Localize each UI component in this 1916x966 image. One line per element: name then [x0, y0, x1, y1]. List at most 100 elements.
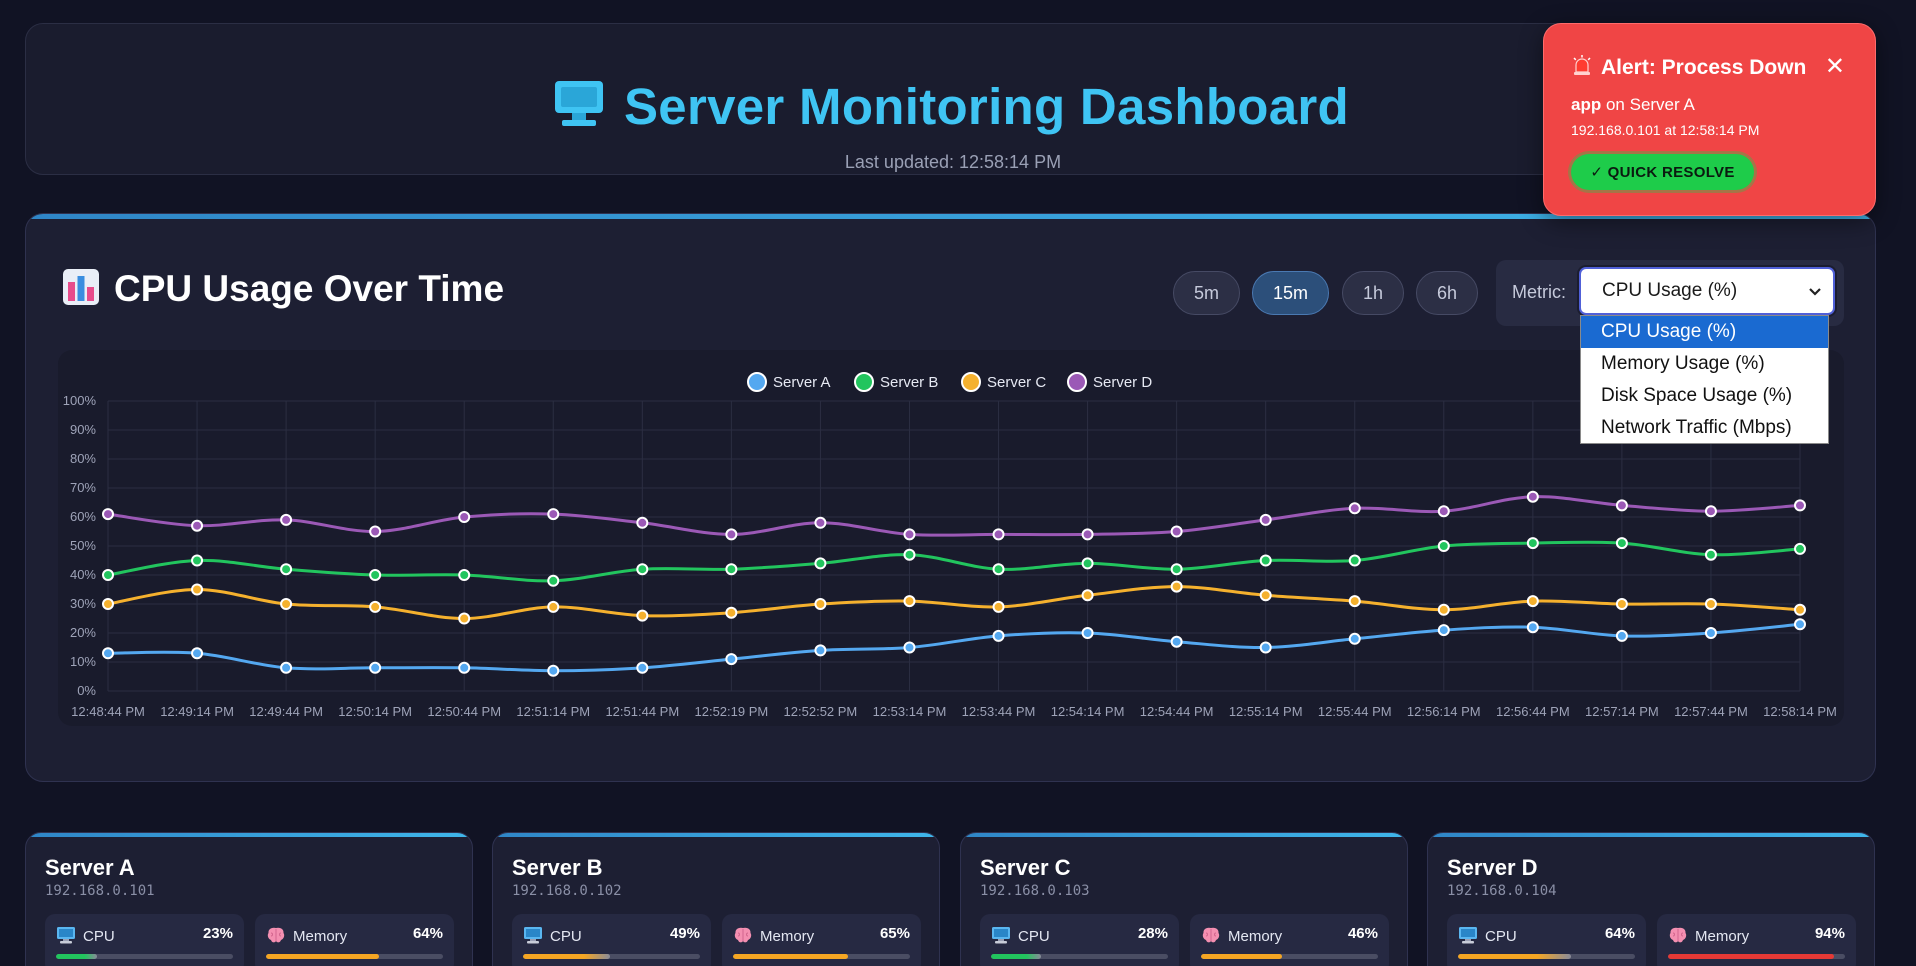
- cpu-progress-bar: [1458, 954, 1635, 959]
- server-b-point: [1437, 540, 1450, 552]
- legend-swatch: [961, 372, 981, 392]
- server-card[interactable]: Server A 192.168.0.101 CPU 23% Memory 64…: [25, 832, 473, 966]
- server-b-point: [903, 548, 916, 561]
- range-1h-button[interactable]: 1h: [1342, 271, 1404, 315]
- server-b-point: [102, 569, 114, 581]
- metric-select-value: CPU Usage (%): [1602, 280, 1738, 301]
- server-b-point: [1526, 537, 1539, 550]
- x-tick-label: 12:51:44 PM: [605, 704, 679, 719]
- x-tick-label: 12:48:44 PM: [71, 704, 145, 719]
- alert-process: app: [1571, 95, 1602, 114]
- memory-progress-bar: [1668, 954, 1845, 959]
- server-b-point: [547, 574, 560, 587]
- server-name: Server D: [1447, 855, 1538, 880]
- server-name: Server C: [980, 855, 1071, 880]
- cpu-metric-tile: CPU 49%: [512, 914, 711, 966]
- memory-label: Memory: [293, 928, 348, 945]
- range-5m-button[interactable]: 5m: [1173, 271, 1240, 315]
- server-b-point: [191, 554, 204, 567]
- server-card[interactable]: Server D 192.168.0.104 CPU 64% Memory 94…: [1427, 832, 1875, 966]
- range-6h-button[interactable]: 6h: [1416, 271, 1478, 315]
- last-updated-time: 12:58:14 PM: [959, 152, 1062, 172]
- card-accent-bar: [1428, 833, 1874, 837]
- chart-panel-header: CPU Usage Over Time: [62, 266, 504, 312]
- close-icon[interactable]: ✕: [1825, 52, 1845, 81]
- x-tick-label: 12:50:14 PM: [338, 704, 412, 719]
- server-b-point: [1704, 548, 1717, 561]
- brain-icon: [733, 925, 753, 945]
- cpu-label: CPU: [550, 928, 582, 945]
- y-tick-label: 40%: [70, 567, 96, 582]
- alert-title: Alert: Process Down: [1601, 56, 1807, 79]
- server-a-point: [102, 647, 114, 660]
- alert-title-row: Alert: Process Down: [1571, 54, 1806, 82]
- server-b-point: [1081, 557, 1094, 570]
- metric-option-disk[interactable]: Disk Space Usage (%): [1581, 380, 1828, 412]
- server-c-point: [102, 598, 114, 610]
- x-tick-label: 12:53:14 PM: [873, 704, 947, 719]
- server-d-point: [369, 525, 382, 538]
- server-a-point: [1170, 635, 1183, 648]
- legend-swatch: [747, 372, 767, 392]
- quick-resolve-button[interactable]: ✓ QUICK RESOLVE: [1571, 154, 1754, 190]
- server-c-point: [1615, 598, 1628, 610]
- server-d-point: [1615, 499, 1628, 512]
- page-title: Server Monitoring Dashboard: [623, 77, 1350, 135]
- x-tick-label: 12:58:14 PM: [1763, 704, 1837, 719]
- x-tick-label: 12:56:44 PM: [1496, 704, 1570, 719]
- server-a-point: [903, 641, 916, 654]
- cpu-progress-fill: [1458, 954, 1572, 959]
- server-ip: 192.168.0.102: [512, 883, 622, 899]
- y-tick-label: 20%: [70, 625, 96, 640]
- server-b-point: [458, 569, 471, 581]
- server-a-point: [725, 653, 738, 666]
- metric-option-network[interactable]: Network Traffic (Mbps): [1581, 412, 1828, 444]
- metric-label: Metric:: [1512, 282, 1566, 302]
- server-a-point: [1526, 621, 1539, 634]
- brain-icon: [1668, 925, 1688, 945]
- server-b-point: [1794, 542, 1806, 555]
- y-tick-label: 0%: [77, 683, 96, 698]
- x-tick-label: 12:55:44 PM: [1318, 704, 1392, 719]
- memory-label: Memory: [760, 928, 815, 945]
- x-tick-label: 12:57:14 PM: [1585, 704, 1659, 719]
- metric-option-cpu[interactable]: CPU Usage (%): [1581, 316, 1828, 348]
- metric-select[interactable]: CPU Usage (%): [1579, 267, 1835, 315]
- server-d-point: [992, 528, 1005, 541]
- server-a-point: [280, 661, 293, 674]
- memory-value: 64%: [412, 925, 443, 942]
- server-a-point: [1794, 618, 1806, 631]
- server-b-point: [725, 563, 738, 576]
- server-c-point: [1170, 580, 1183, 593]
- server-d-point: [1704, 505, 1717, 518]
- siren-icon: [1571, 54, 1593, 82]
- server-d-point: [1259, 513, 1272, 526]
- y-tick-label: 10%: [70, 654, 96, 669]
- server-card[interactable]: Server C 192.168.0.103 CPU 28% Memory 46…: [960, 832, 1408, 966]
- server-a-point: [1259, 641, 1272, 654]
- y-tick-label: 70%: [70, 480, 96, 495]
- bar-chart-icon: [62, 268, 100, 311]
- server-a-point: [547, 664, 560, 677]
- memory-value: 46%: [1347, 925, 1378, 942]
- x-tick-label: 12:53:44 PM: [962, 704, 1036, 719]
- server-c-point: [280, 598, 293, 610]
- server-b-point: [814, 557, 827, 570]
- computer-icon: [1458, 925, 1478, 945]
- server-a-line: [107, 622, 1801, 673]
- server-card[interactable]: Server B 192.168.0.102 CPU 49% Memory 65…: [492, 832, 940, 966]
- card-accent-bar: [493, 833, 939, 837]
- server-c-line: [107, 585, 1801, 621]
- x-tick-label: 12:54:14 PM: [1051, 704, 1125, 719]
- server-name: Server B: [512, 855, 603, 880]
- x-tick-label: 12:54:44 PM: [1140, 704, 1214, 719]
- range-15m-button[interactable]: 15m: [1252, 271, 1329, 315]
- cpu-metric-tile: CPU 28%: [980, 914, 1179, 966]
- server-b-point: [636, 563, 649, 576]
- server-c-point: [1437, 603, 1450, 616]
- x-tick-label: 12:49:14 PM: [160, 704, 234, 719]
- cpu-value: 64%: [1604, 925, 1635, 942]
- metric-option-memory[interactable]: Memory Usage (%): [1581, 348, 1828, 380]
- alert-server: on Server A: [1605, 95, 1695, 114]
- x-tick-label: 12:56:14 PM: [1407, 704, 1481, 719]
